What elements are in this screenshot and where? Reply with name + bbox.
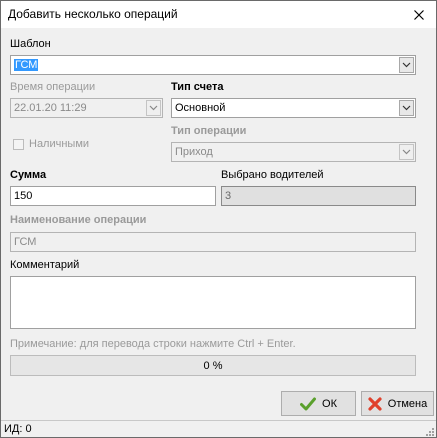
drivers-selected-label: Выбрано водителей (221, 169, 324, 181)
chevron-down-icon (402, 62, 411, 68)
operation-name-value: ГСМ (14, 236, 37, 248)
cancel-x-icon (368, 396, 382, 411)
ok-button[interactable]: ОК (281, 391, 356, 416)
dialog-window: Добавить несколько операций Шаблон ГСМ В… (0, 0, 437, 438)
status-bar: ИД: 0 (1, 420, 436, 438)
window-title: Добавить несколько операций (8, 7, 178, 21)
template-value: ГСМ (14, 59, 39, 71)
operation-name-field: ГСМ (10, 232, 416, 252)
progress-text: 0 % (203, 359, 223, 372)
operation-name-label: Наименование операции (10, 214, 147, 226)
account-type-dropdown-button[interactable] (399, 100, 414, 116)
cash-checkbox[interactable] (13, 139, 24, 150)
drivers-selected-field: 3 (221, 186, 416, 206)
checkmark-icon (300, 397, 317, 410)
drivers-selected-value: 3 (225, 190, 232, 202)
operation-time-field: 22.01.20 11:29 (10, 98, 163, 118)
template-dropdown-button[interactable] (399, 57, 414, 73)
chevron-down-icon (402, 105, 411, 111)
cancel-button[interactable]: Отмена (361, 391, 434, 416)
hint-note: Примечание: для перевода строки нажмите … (10, 338, 296, 350)
chevron-down-icon (149, 105, 158, 111)
template-label: Шаблон (10, 38, 51, 50)
amount-label: Сумма (10, 169, 47, 181)
template-combobox[interactable]: ГСМ (10, 55, 416, 75)
resize-grip-icon[interactable] (425, 427, 435, 437)
account-type-combobox[interactable]: Основной (171, 98, 416, 118)
ok-button-label: ОК (322, 397, 337, 410)
cancel-button-label: Отмена (387, 397, 428, 410)
amount-value: 150 (14, 190, 33, 202)
operation-type-label: Тип операции (171, 125, 247, 137)
comment-textarea[interactable] (10, 276, 416, 329)
status-id: ИД: 0 (4, 423, 32, 435)
close-button[interactable] (402, 1, 436, 28)
chevron-down-icon (402, 149, 411, 155)
operation-type-dropdown-button (399, 144, 414, 160)
progress-bar: 0 % (10, 355, 416, 376)
close-icon (414, 9, 424, 20)
operation-type-combobox: Приход (171, 142, 416, 162)
cash-label: Наличными (29, 138, 90, 150)
amount-input[interactable]: 150 (10, 186, 216, 206)
operation-time-dropdown-button (146, 100, 161, 116)
comment-label: Комментарий (10, 259, 80, 271)
title-bar: Добавить несколько операций (1, 1, 436, 28)
operation-type-value: Приход (175, 146, 213, 158)
account-type-label: Тип счета (171, 81, 224, 93)
account-type-value: Основной (175, 102, 226, 114)
operation-time-label: Время операции (10, 81, 96, 93)
operation-time-value: 22.01.20 11:29 (14, 102, 87, 114)
